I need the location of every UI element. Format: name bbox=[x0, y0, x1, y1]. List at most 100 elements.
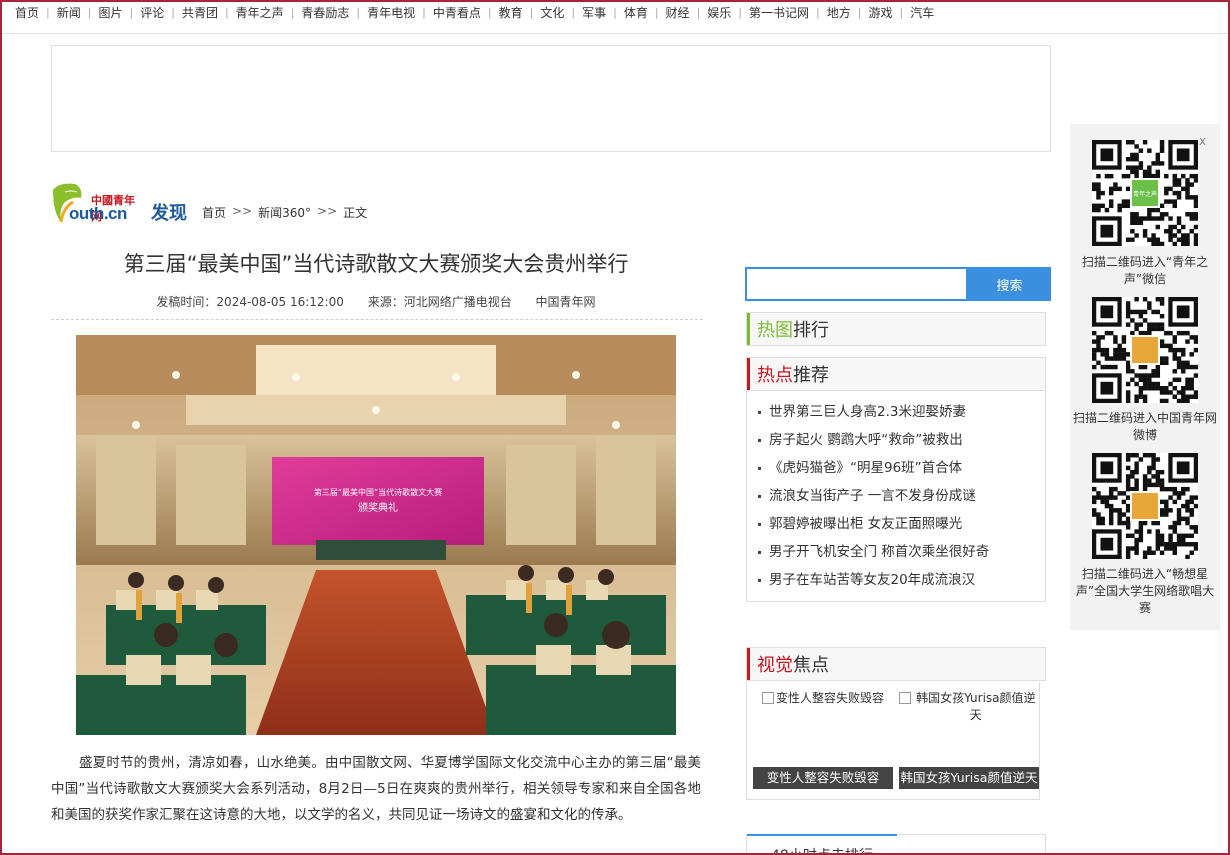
nav-item: 评论 | bbox=[133, 4, 175, 21]
bullet-icon bbox=[758, 522, 761, 526]
nav-item: 青年之声 | bbox=[229, 4, 295, 21]
nav-item: 第一书记网 | bbox=[742, 4, 820, 21]
qr-badge-text: 青年之声 bbox=[1133, 190, 1157, 198]
nav-item: 首页 | bbox=[8, 4, 50, 21]
nav-link[interactable]: 共青团 bbox=[175, 4, 225, 21]
focus-item[interactable]: 变性人整容失败毁容 变性人整容失败毁容 bbox=[753, 690, 893, 790]
click-ranking-tab[interactable]: 48小时点击排行 bbox=[746, 834, 1046, 855]
logo-text-en: outh.cn bbox=[69, 204, 127, 223]
ranking-title-b: 排行 bbox=[793, 320, 829, 341]
hot-list-link[interactable]: 男子在车站苦等女友20年成流浪汉 bbox=[769, 566, 975, 594]
nav-link[interactable]: 娱乐 bbox=[700, 4, 738, 21]
nav-item: 青年电视 | bbox=[360, 4, 426, 21]
nav-item: 教育 | bbox=[492, 4, 534, 21]
nav-link[interactable]: 体育 bbox=[617, 4, 655, 21]
hot-list-item[interactable]: 男子开飞机安全门 称首次乘坐很好奇 bbox=[758, 538, 989, 566]
bullet-icon bbox=[758, 494, 761, 498]
nav-link[interactable]: 中青看点 bbox=[426, 4, 488, 21]
breadcrumb-home[interactable]: 首页 bbox=[202, 204, 226, 221]
article-photo: 第三届“最美中国”当代诗歌散文大赛 颁奖典礼 bbox=[76, 335, 676, 735]
qr-caption-contest: 扫描二维码进入“畅想星声”全国大学生网络歌唱大赛 bbox=[1075, 567, 1215, 615]
search-bar: 搜索 bbox=[745, 267, 1051, 301]
broken-image-icon bbox=[761, 692, 774, 704]
hot-list-link[interactable]: 流浪女当街产子 一言不发身份成谜 bbox=[769, 482, 976, 510]
image-alt: 变性人整容失败毁容 bbox=[775, 691, 884, 705]
nav-link[interactable]: 地方 bbox=[820, 4, 858, 21]
hot-header: 热点 推荐 bbox=[746, 357, 1046, 391]
article-site: 中国青年网 bbox=[535, 295, 596, 309]
nav-link[interactable]: 青春励志 bbox=[294, 4, 356, 21]
hot-title-b: 推荐 bbox=[793, 365, 829, 386]
hot-list-link[interactable]: 男子开飞机安全门 称首次乘坐很好奇 bbox=[769, 538, 989, 566]
bullet-icon bbox=[758, 578, 761, 582]
hot-list-item[interactable]: 流浪女当街产子 一言不发身份成谜 bbox=[758, 482, 989, 510]
nav-item: 汽车 bbox=[903, 4, 941, 21]
qr-code-wechat: 青年之声 bbox=[1092, 140, 1199, 247]
breadcrumb-current: 正文 bbox=[343, 206, 368, 220]
qr-code-contest bbox=[1092, 453, 1199, 560]
nav-item: 游戏 | bbox=[861, 4, 903, 21]
nav-link[interactable]: 青年之声 bbox=[229, 4, 291, 21]
nav-link[interactable]: 青年电视 bbox=[360, 4, 422, 21]
hot-list-link[interactable]: 房子起火 鹦鹉大呼“救命”被救出 bbox=[769, 426, 963, 454]
site-logo[interactable]: 中國青年网 outh.cn bbox=[51, 178, 143, 236]
accent-bar bbox=[747, 358, 750, 390]
focus-item[interactable]: 韩国女孩Yurisa颜值逆天 韩国女孩Yurisa颜值逆天 bbox=[899, 690, 1039, 790]
nav-item: 图片 | bbox=[91, 4, 133, 21]
hot-title-a: 热点 bbox=[757, 365, 793, 386]
nav-link[interactable]: 汽车 bbox=[903, 4, 941, 21]
nav-item: 共青团 | bbox=[175, 4, 229, 21]
nav-item: 财经 | bbox=[659, 4, 701, 21]
search-input[interactable] bbox=[745, 267, 968, 301]
focus-title-b: 焦点 bbox=[793, 655, 829, 676]
accent-bar bbox=[747, 648, 750, 680]
divider bbox=[51, 319, 703, 320]
breadcrumb-section[interactable]: 新闻360° bbox=[258, 204, 311, 221]
nav-link[interactable]: 军事 bbox=[575, 4, 613, 21]
ad-banner bbox=[51, 45, 1051, 152]
search-button[interactable]: 搜索 bbox=[968, 267, 1051, 301]
nav-item: 地方 | bbox=[820, 4, 862, 21]
hot-list-item[interactable]: 郭碧婷被曝出柜 女友正面照曝光 bbox=[758, 510, 989, 538]
bullet-icon bbox=[758, 550, 761, 554]
article-body: 盛夏时节的贵州，清凉如春，山水绝美。由中国散文网、华夏博学国际文化交流中心主办的… bbox=[51, 755, 701, 823]
hot-list-link[interactable]: 郭碧婷被曝出柜 女友正面照曝光 bbox=[769, 510, 962, 538]
nav-link[interactable]: 文化 bbox=[533, 4, 571, 21]
focus-caption[interactable]: 韩国女孩Yurisa颜值逆天 bbox=[899, 767, 1039, 789]
image-alt: 韩国女孩Yurisa颜值逆天 bbox=[916, 691, 1036, 722]
broken-image: 韩国女孩Yurisa颜值逆天 bbox=[899, 690, 1039, 724]
nav-item: 娱乐 | bbox=[700, 4, 742, 21]
hot-list-item[interactable]: 《虎妈猫爸》“明星96班”首合体 bbox=[758, 454, 989, 482]
hot-list-item[interactable]: 房子起火 鹦鹉大呼“救命”被救出 bbox=[758, 426, 989, 454]
breadcrumb-arrow: >> bbox=[232, 204, 253, 218]
tab-label: 48小时点击排行 bbox=[771, 845, 873, 855]
breadcrumb: 首页 >> 新闻360° >> 正文 bbox=[202, 204, 367, 221]
nav-link[interactable]: 游戏 bbox=[861, 4, 899, 21]
focus-caption[interactable]: 变性人整容失败毁容 bbox=[753, 767, 893, 789]
hot-list-item[interactable]: 男子在车站苦等女友20年成流浪汉 bbox=[758, 566, 989, 594]
breadcrumb-arrow: >> bbox=[317, 204, 338, 218]
nav-link[interactable]: 新闻 bbox=[50, 4, 88, 21]
hot-list-link[interactable]: 世界第三巨人身高2.3米迎娶娇妻 bbox=[769, 398, 966, 426]
ranking-title-a: 热图 bbox=[757, 320, 793, 341]
nav-item: 体育 | bbox=[617, 4, 659, 21]
nav-link[interactable]: 教育 bbox=[492, 4, 530, 21]
hot-list: 世界第三巨人身高2.3米迎娶娇妻 房子起火 鹦鹉大呼“救命”被救出 《虎妈猫爸》“明… bbox=[758, 398, 989, 594]
nav-link[interactable]: 财经 bbox=[659, 4, 697, 21]
close-icon[interactable]: x bbox=[1199, 134, 1206, 148]
nav-link[interactable]: 图片 bbox=[91, 4, 129, 21]
hot-list-link[interactable]: 《虎妈猫爸》“明星96班”首合体 bbox=[769, 454, 962, 482]
top-nav: 首页 | 新闻 | 图片 | 评论 | 共青团 | 青年之声 | 青春励志 | 青年电视 | 中青看点 | 教育 | 文… bbox=[0, 0, 1230, 34]
hot-list-item[interactable]: 世界第三巨人身高2.3米迎娶娇妻 bbox=[758, 398, 989, 426]
accent-bar bbox=[747, 313, 750, 345]
nav-link[interactable]: 评论 bbox=[133, 4, 171, 21]
nav-link[interactable]: 首页 bbox=[8, 4, 46, 21]
nav-item: 新闻 | bbox=[50, 4, 92, 21]
nav-link[interactable]: 第一书记网 bbox=[742, 4, 816, 21]
bullet-icon bbox=[758, 410, 761, 414]
nav-item: 中青看点 | bbox=[426, 4, 492, 21]
publish-time: 发稿时间：2024-08-05 16:12:00 bbox=[156, 295, 344, 309]
article-title: 第三届“最美中国”当代诗歌散文大赛颁奖大会贵州举行 bbox=[123, 252, 629, 276]
channel-title[interactable]: 发现 bbox=[151, 199, 187, 225]
qr-caption-wechat: 扫描二维码进入“青年之声”微信 bbox=[1081, 255, 1209, 286]
